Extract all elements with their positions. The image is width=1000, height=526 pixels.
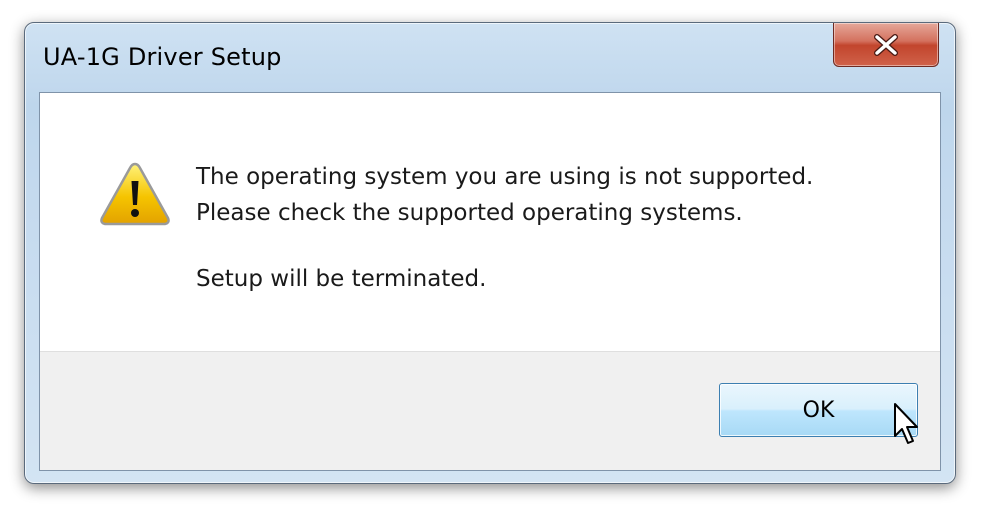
message-area: The operating system you are using is no…: [40, 93, 940, 351]
warning-icon: [100, 162, 170, 226]
mouse-cursor-icon: [894, 403, 918, 444]
screen: UA-1G Driver Setup The operating system …: [0, 0, 1000, 526]
message-line-2: Please check the supported operating sys…: [196, 200, 743, 226]
window-title: UA-1G Driver Setup: [43, 43, 282, 71]
ok-button[interactable]: OK: [719, 383, 918, 437]
message-line-1: The operating system you are using is no…: [196, 164, 814, 190]
message-line-3: Setup will be terminated.: [196, 266, 487, 292]
close-button[interactable]: [833, 23, 939, 67]
button-bar: OK: [40, 351, 940, 470]
dialog-window: UA-1G Driver Setup The operating system …: [24, 22, 956, 484]
message-text: The operating system you are using is no…: [196, 159, 813, 297]
dialog-client-area: The operating system you are using is no…: [39, 92, 941, 471]
close-icon: [874, 33, 898, 56]
